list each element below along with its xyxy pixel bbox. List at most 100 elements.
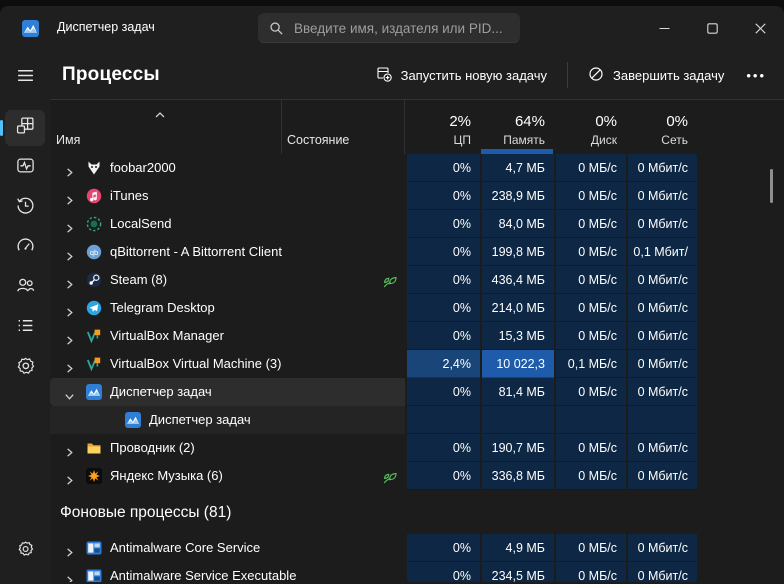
maximize-button[interactable] xyxy=(688,6,736,50)
search-box[interactable] xyxy=(258,13,520,43)
taskmgr-icon xyxy=(86,384,102,400)
column-header-cpu[interactable]: 2% ЦП xyxy=(405,100,480,154)
process-disk-value: 0 МБ/с xyxy=(554,294,626,322)
minimize-button[interactable] xyxy=(640,6,688,50)
chevron-right-icon[interactable] xyxy=(64,468,80,484)
process-row[interactable]: Яндекс Музыка (6)0%336,8 МБ0 МБ/с0 Мбит/… xyxy=(50,462,784,490)
process-cpu-value: 0% xyxy=(405,462,480,490)
sidebar-item-settings[interactable] xyxy=(5,534,45,570)
process-row[interactable]: qbqBittorrent - A Bittorrent Client 0%199… xyxy=(50,238,784,266)
chevron-right-icon[interactable] xyxy=(64,356,80,372)
page-title: Процессы xyxy=(62,64,160,86)
chevron-down-icon[interactable] xyxy=(64,384,80,400)
process-row[interactable]: LocalSend0%84,0 МБ0 МБ/с0 Мбит/с xyxy=(50,210,784,238)
process-row[interactable]: VirtualBox Manager0%15,3 МБ0 МБ/с0 Мбит/… xyxy=(50,322,784,350)
process-name-cell[interactable]: foobar2000 xyxy=(50,154,282,182)
process-name: Яндекс Музыка (6) xyxy=(110,462,223,490)
menu-button[interactable] xyxy=(5,60,45,96)
column-header-memory[interactable]: 64% Память xyxy=(480,100,554,154)
process-row[interactable]: iTunes0%238,9 МБ0 МБ/с0 Мбит/с xyxy=(50,182,784,210)
vertical-scrollbar[interactable] xyxy=(770,169,773,203)
explorer-icon xyxy=(86,440,102,456)
run-new-task-button[interactable]: Запустить новую задачу xyxy=(366,59,557,92)
process-mem-value: 436,4 МБ xyxy=(480,266,554,294)
process-name-cell[interactable]: Antimalware Service Executable xyxy=(50,562,282,582)
process-row[interactable]: Telegram Desktop0%214,0 МБ0 МБ/с0 Мбит/с xyxy=(50,294,784,322)
chevron-right-icon[interactable] xyxy=(64,216,80,232)
process-cpu-value: 2,4% xyxy=(405,350,480,378)
section-label: Фоновые процессы (81) xyxy=(50,504,231,522)
process-name-cell[interactable]: qbqBittorrent - A Bittorrent Client xyxy=(50,238,282,266)
column-header-network[interactable]: 0% Сеть xyxy=(626,100,697,154)
process-row[interactable]: VirtualBox Virtual Machine (3)2,4%10 022… xyxy=(50,350,784,378)
cpu-total-percent: 2% xyxy=(449,113,471,130)
close-button[interactable] xyxy=(736,6,784,50)
sort-ascending-icon xyxy=(154,106,166,114)
sidebar-item-performance[interactable] xyxy=(5,150,45,186)
chevron-right-icon[interactable] xyxy=(64,540,80,556)
process-name-cell[interactable]: LocalSend xyxy=(50,210,282,238)
process-status-cell xyxy=(282,238,405,266)
process-net-value: 0 Мбит/с xyxy=(626,562,697,582)
chevron-right-icon[interactable] xyxy=(64,160,80,176)
sidebar-item-processes[interactable] xyxy=(5,110,45,146)
titlebar: Диспетчер задач xyxy=(0,6,784,50)
process-row[interactable]: Проводник (2)0%190,7 МБ0 МБ/с0 Мбит/с xyxy=(50,434,784,462)
toolbar-divider xyxy=(567,62,568,88)
itunes-icon xyxy=(86,188,102,204)
run-new-task-label: Запустить новую задачу xyxy=(401,68,547,83)
chevron-right-icon[interactable] xyxy=(64,328,80,344)
chevron-right-icon[interactable] xyxy=(64,244,80,260)
process-disk-value: 0 МБ/с xyxy=(554,462,626,490)
process-cpu-value: 0% xyxy=(405,154,480,182)
new-task-icon xyxy=(376,66,392,85)
process-name-cell[interactable]: VirtualBox Manager xyxy=(50,322,282,350)
process-name-cell[interactable]: Диспетчер задач xyxy=(50,378,282,406)
process-name: Antimalware Core Service xyxy=(110,534,260,562)
process-status-cell xyxy=(282,378,405,406)
process-name-cell[interactable]: VirtualBox Virtual Machine (3) xyxy=(50,350,282,378)
more-options-button[interactable]: ••• xyxy=(738,62,774,89)
column-header-disk[interactable]: 0% Диск xyxy=(554,100,626,154)
process-row[interactable]: Диспетчер задач0%81,4 МБ0 МБ/с0 Мбит/с xyxy=(50,378,784,406)
process-row[interactable]: Antimalware Core Service0%4,9 МБ0 МБ/с0 … xyxy=(50,534,784,562)
sidebar-item-services[interactable] xyxy=(5,350,45,386)
efficiency-mode-leaf-icon xyxy=(381,272,398,288)
chevron-right-icon[interactable] xyxy=(64,272,80,288)
process-row[interactable]: Steam (8)0%436,4 МБ0 МБ/с0 Мбит/с xyxy=(50,266,784,294)
process-name-cell[interactable]: Steam (8) xyxy=(50,266,282,294)
process-name-cell[interactable]: Яндекс Музыка (6) xyxy=(50,462,282,490)
performance-icon xyxy=(16,156,35,180)
process-name-cell[interactable]: Telegram Desktop xyxy=(50,294,282,322)
process-name-cell[interactable]: Диспетчер задач xyxy=(50,406,282,434)
process-name: LocalSend xyxy=(110,210,171,238)
process-name-cell[interactable]: iTunes xyxy=(50,182,282,210)
sidebar-item-app-history[interactable] xyxy=(5,190,45,226)
process-disk-value: 0 МБ/с xyxy=(554,182,626,210)
sidebar-item-users[interactable] xyxy=(5,270,45,306)
column-header-status[interactable]: Состояние xyxy=(282,100,405,154)
process-disk-value: 0 МБ/с xyxy=(554,562,626,582)
process-name: VirtualBox Manager xyxy=(110,322,224,350)
chevron-right-icon[interactable] xyxy=(64,300,80,316)
table-header: Имя Состояние 2% ЦП 64% Память xyxy=(50,100,784,154)
process-row[interactable]: Antimalware Service Executable0%234,5 МБ… xyxy=(50,562,784,582)
process-mem-value: 199,8 МБ xyxy=(480,238,554,266)
process-name-cell[interactable]: Проводник (2) xyxy=(50,434,282,462)
process-disk-value: 0 МБ/с xyxy=(554,534,626,562)
search-input[interactable] xyxy=(294,21,509,36)
sidebar-item-startup-apps[interactable] xyxy=(5,230,45,266)
chevron-right-icon[interactable] xyxy=(64,188,80,204)
column-header-name[interactable]: Имя xyxy=(50,100,282,154)
chevron-right-icon[interactable] xyxy=(64,568,80,582)
process-row[interactable]: Диспетчер задач xyxy=(50,406,784,434)
process-row[interactable]: foobar20000%4,7 МБ0 МБ/с0 Мбит/с xyxy=(50,154,784,182)
end-task-button[interactable]: Завершить задачу xyxy=(578,59,734,92)
sidebar-item-details[interactable] xyxy=(5,310,45,346)
process-mem-value: 214,0 МБ xyxy=(480,294,554,322)
process-name-cell[interactable]: Antimalware Core Service xyxy=(50,534,282,562)
process-net-value: 0 Мбит/с xyxy=(626,378,697,406)
process-cpu-value: 0% xyxy=(405,238,480,266)
chevron-right-icon[interactable] xyxy=(64,440,80,456)
process-name: qBittorrent - A Bittorrent Client xyxy=(110,238,282,266)
